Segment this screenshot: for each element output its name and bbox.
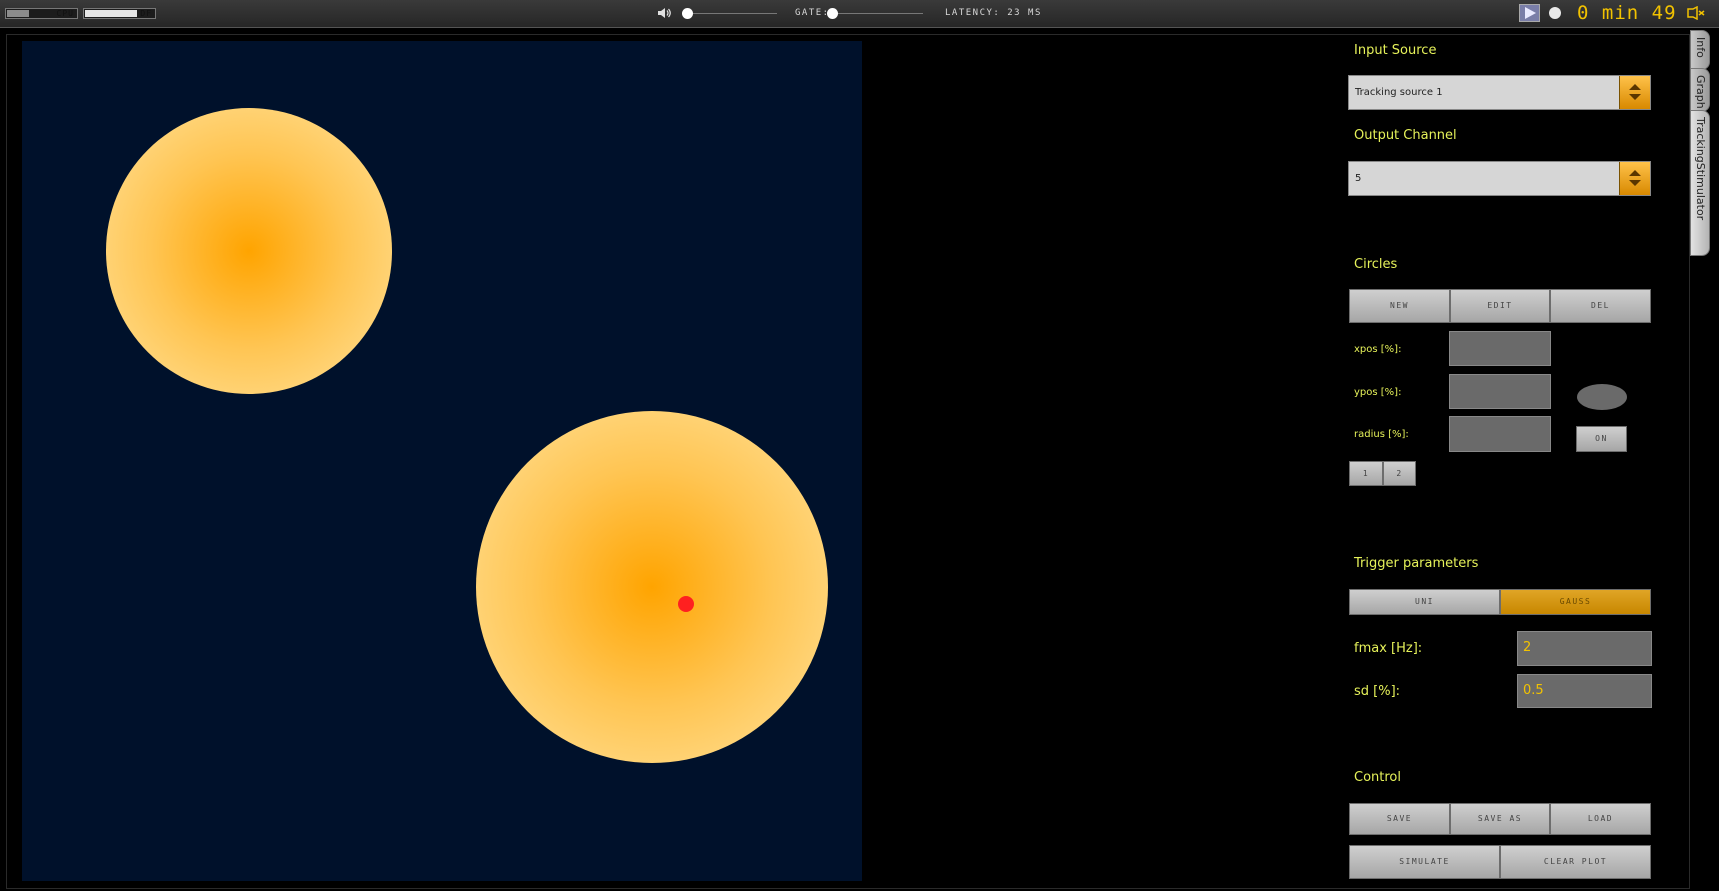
tab-info[interactable]: Info bbox=[1690, 30, 1710, 70]
sd-input[interactable]: 0.5 bbox=[1517, 674, 1652, 708]
bell-icon[interactable] bbox=[1686, 6, 1706, 20]
fmax-label: fmax [Hz]: bbox=[1354, 641, 1423, 656]
new-circle-button[interactable]: NEW bbox=[1349, 289, 1450, 323]
fmax-input[interactable]: 2 bbox=[1517, 631, 1652, 666]
on-toggle-button[interactable]: ON bbox=[1576, 426, 1627, 452]
control-title: Control bbox=[1354, 770, 1401, 785]
latency-readout: LATENCY: 23 MS bbox=[945, 8, 1042, 18]
clear-plot-button[interactable]: CLEAR PLOT bbox=[1500, 845, 1651, 879]
circles-title: Circles bbox=[1354, 257, 1398, 272]
tab-graph[interactable]: Graph bbox=[1690, 68, 1710, 112]
trigger-parameters-title: Trigger parameters bbox=[1354, 556, 1479, 571]
simulate-button[interactable]: SIMULATE bbox=[1349, 845, 1500, 879]
input-source-select[interactable]: Tracking source 1 bbox=[1348, 75, 1651, 110]
stimulus-circle[interactable] bbox=[475, 410, 829, 764]
volume-slider-knob[interactable] bbox=[682, 8, 693, 19]
ypos-input[interactable] bbox=[1449, 374, 1551, 409]
cpu-meter-fill bbox=[7, 10, 30, 17]
gate-label: GATE: bbox=[795, 8, 830, 18]
speaker-icon[interactable] bbox=[657, 6, 671, 20]
delete-circle-button[interactable]: DEL bbox=[1550, 289, 1651, 323]
stimulus-circle[interactable] bbox=[106, 108, 392, 394]
play-button[interactable] bbox=[1519, 4, 1540, 22]
tracker-position-dot bbox=[677, 595, 694, 612]
radius-input[interactable] bbox=[1449, 416, 1551, 452]
xpos-label: xpos [%]: bbox=[1354, 344, 1402, 355]
gate-slider-track[interactable] bbox=[833, 13, 923, 14]
input-source-value: Tracking source 1 bbox=[1355, 87, 1443, 98]
sd-label: sd [%]: bbox=[1354, 684, 1401, 699]
tab-trackingstimulator[interactable]: TrackingStimulator bbox=[1690, 110, 1710, 256]
uni-mode-button[interactable]: UNI bbox=[1349, 589, 1500, 615]
record-button[interactable] bbox=[1549, 7, 1561, 19]
gate-slider-knob[interactable] bbox=[827, 8, 838, 19]
volume-slider-track[interactable] bbox=[687, 13, 777, 14]
save-button[interactable]: SAVE bbox=[1349, 803, 1450, 835]
select-arrows-icon[interactable] bbox=[1619, 76, 1650, 109]
xpos-input[interactable] bbox=[1449, 331, 1551, 366]
cpu-label: CPU bbox=[56, 9, 74, 18]
tab-graph-label: Graph bbox=[1694, 75, 1707, 109]
top-toolbar: CPU DF GATE: LATENCY: 23 MS 0 min 49 bbox=[0, 0, 1719, 28]
play-icon bbox=[1525, 7, 1536, 19]
radius-label: radius [%]: bbox=[1354, 429, 1409, 440]
output-channel-select[interactable]: 5 bbox=[1348, 161, 1651, 196]
cpu-meter: CPU bbox=[5, 8, 78, 19]
circle-select-button-2[interactable]: 2 bbox=[1383, 461, 1416, 486]
input-source-title: Input Source bbox=[1354, 43, 1437, 58]
select-arrows-icon[interactable] bbox=[1619, 162, 1650, 195]
ypos-label: ypos [%]: bbox=[1354, 387, 1402, 398]
tab-info-label: Info bbox=[1694, 37, 1707, 58]
output-channel-value: 5 bbox=[1355, 173, 1362, 184]
gauss-mode-button[interactable]: GAUSS bbox=[1500, 589, 1651, 615]
save-as-button[interactable]: SAVE AS bbox=[1450, 803, 1550, 835]
df-meter-fill bbox=[85, 10, 137, 17]
edit-circle-button[interactable]: EDIT bbox=[1450, 289, 1550, 323]
df-meter: DF bbox=[83, 8, 156, 19]
load-button[interactable]: LOAD bbox=[1550, 803, 1651, 835]
tracking-canvas[interactable] bbox=[22, 41, 862, 881]
circle-preview-indicator bbox=[1577, 384, 1627, 410]
circle-select-button-1[interactable]: 1 bbox=[1349, 461, 1383, 486]
side-tabs: Info Graph TrackingStimulator bbox=[1690, 30, 1719, 891]
df-label: DF bbox=[140, 9, 152, 18]
tab-trackingstimulator-label: TrackingStimulator bbox=[1694, 117, 1707, 221]
output-channel-title: Output Channel bbox=[1354, 128, 1457, 143]
timer-display: 0 min 49 bbox=[1577, 2, 1677, 24]
